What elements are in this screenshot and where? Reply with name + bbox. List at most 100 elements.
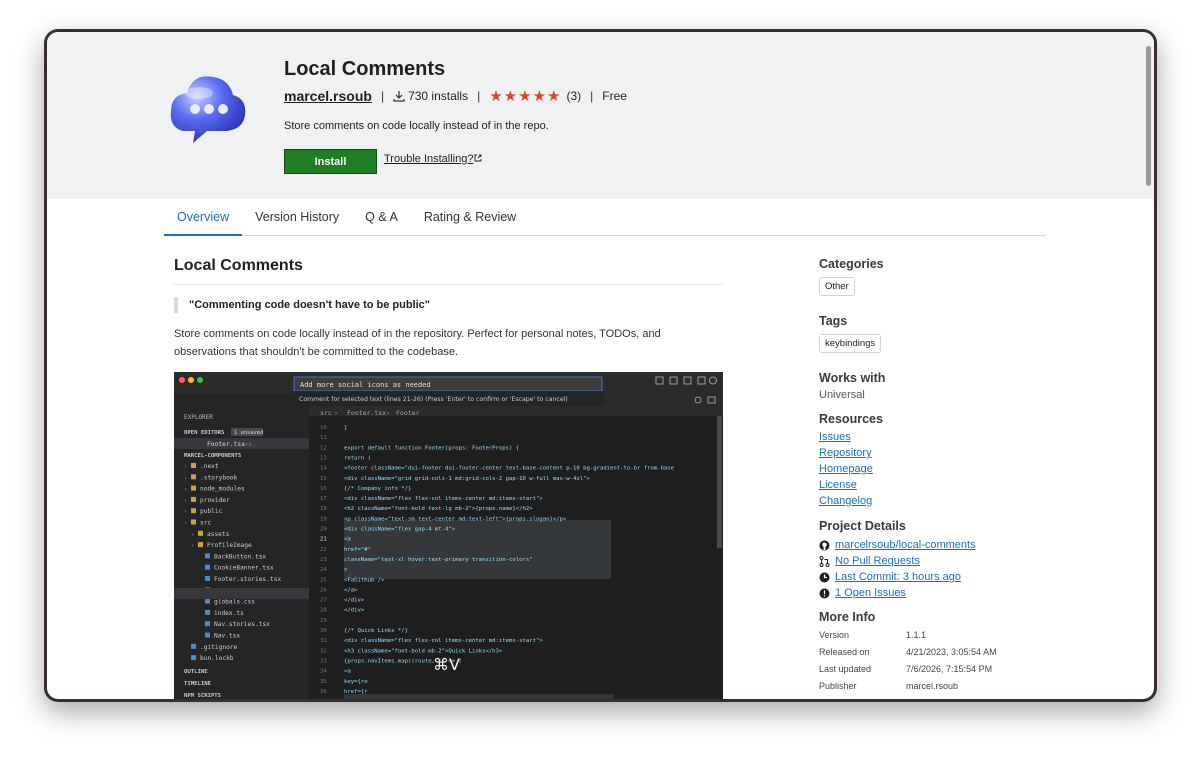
tree-item: node_modules	[200, 486, 245, 493]
line-number: 35	[320, 679, 327, 685]
code-line: key={ro	[344, 679, 368, 685]
extension-page: Local Comments marcel.rsoub | 730 instal…	[47, 32, 1154, 699]
line-number: 26	[320, 587, 327, 593]
sidebar: Categories Other Tags keybindings Works …	[819, 257, 1049, 695]
file-icon	[205, 609, 210, 615]
svg-text:›: ›	[386, 409, 390, 417]
line-number: 31	[320, 638, 327, 644]
code-line: href="#"	[344, 547, 371, 553]
category-tag[interactable]: Other	[819, 277, 855, 296]
tree-item: Nav.stories.tsx	[214, 621, 270, 628]
code-line: </div>	[344, 608, 365, 614]
overview-quote: "Commenting code doesn't have to be publ…	[174, 297, 723, 313]
line-number: 22	[320, 547, 327, 553]
chat-cloud-logo-icon	[170, 76, 246, 143]
svg-text:›: ›	[184, 464, 187, 470]
tree-item: bun.lockb	[200, 655, 234, 662]
alert-icon	[819, 588, 830, 598]
categories-heading: Categories	[819, 257, 884, 271]
line-number: 32	[320, 648, 327, 654]
comment-input-hint: Comment for selected text (lines 21-26) …	[299, 396, 568, 403]
repo-link[interactable]: marcelrsoub/local-comments	[835, 537, 976, 553]
tab-rating-review[interactable]: Rating & Review	[411, 207, 529, 235]
license-link[interactable]: License	[819, 477, 1049, 493]
svg-text:›: ›	[184, 475, 187, 481]
line-number: 18	[320, 506, 327, 512]
code-line: <footer className="dui-footer dui-footer…	[344, 466, 675, 472]
project-details-heading: Project Details	[819, 519, 906, 533]
page-scrollbar[interactable]	[1146, 46, 1151, 186]
tree-item: src	[200, 520, 211, 527]
trouble-installing-link[interactable]: Trouble Installing?	[384, 153, 482, 165]
publisher-link[interactable]: marcel.rsoub	[284, 88, 372, 104]
code-line: </div>	[344, 598, 365, 604]
rating-stars[interactable]: ★★★★★	[489, 87, 561, 105]
breadcrumb-src: src	[320, 409, 332, 417]
open-file: Footer.tsx	[207, 441, 245, 448]
install-count: 730 installs	[408, 89, 469, 103]
timeline-panel: TIMELINE	[184, 681, 211, 687]
issues-link[interactable]: Issues	[819, 429, 1049, 445]
line-number: 23	[320, 557, 327, 563]
tab-version-history[interactable]: Version History	[242, 207, 352, 235]
download-icon	[393, 91, 405, 102]
clock-icon	[819, 572, 830, 582]
code-line: <div className="flex flex-col items-cent…	[344, 638, 543, 644]
tab-overview[interactable]: Overview	[164, 207, 243, 236]
code-line: <a	[344, 537, 351, 543]
extension-title: Local Comments	[284, 58, 446, 80]
code-editor: 10} 11 12 export default function Footer(pr…	[320, 425, 675, 695]
last-commit-link[interactable]: Last Commit: 3 hours ago	[835, 569, 961, 585]
homepage-link[interactable]: Homepage	[819, 461, 1049, 477]
line-number: 15	[320, 476, 327, 482]
repository-link[interactable]: Repository	[819, 445, 1049, 461]
editor-screenshot: Add more social icons as needed Comment …	[174, 372, 723, 699]
tree-item: Nav.tsx	[214, 633, 240, 640]
explorer-label: EXPLORER	[184, 414, 213, 421]
window-frame: Local Comments marcel.rsoub | 730 instal…	[44, 29, 1157, 702]
tree-item: BackButton.tsx	[214, 553, 266, 560]
more-info-table: Version 1.1.1 Released on 4/21/2023, 3:05:…	[819, 627, 1049, 695]
breadcrumb-file: Footer.tsx	[347, 409, 386, 417]
folder-icon	[198, 530, 203, 536]
tree-item: index.ts	[214, 610, 244, 617]
file-icon	[191, 655, 196, 661]
file-icon	[205, 598, 210, 604]
line-number: 28	[320, 608, 327, 614]
line-number: 33	[320, 658, 327, 664]
comment-input-value: Add more social icons as needed	[300, 381, 431, 389]
rating-count[interactable]: (3)	[566, 89, 581, 103]
info-value: 4/21/2023, 3:05:54 AM	[906, 647, 997, 657]
line-number: 16	[320, 486, 327, 492]
info-row: Version 1.1.1	[819, 627, 1049, 644]
svg-text:›: ›	[184, 487, 187, 493]
folder-icon	[191, 474, 196, 480]
code-line: }	[344, 425, 347, 431]
info-key: Released on	[819, 647, 870, 657]
project-detail-repo: marcelrsoub/local-comments	[819, 537, 1049, 553]
keyword-tag[interactable]: keybindings	[819, 334, 882, 353]
window-close-dot	[179, 377, 185, 383]
folder-icon	[191, 485, 196, 491]
works-with-heading: Works with	[819, 371, 886, 385]
pull-requests-link[interactable]: No Pull Requests	[835, 553, 920, 569]
github-icon	[819, 540, 830, 550]
open-file-dir: src	[242, 442, 252, 448]
project-detail-issues: 1 Open Issues	[819, 585, 1049, 601]
tab-q-and-a[interactable]: Q & A	[352, 207, 411, 235]
code-line: <h2 className="font-bold text-lg mb-2">{…	[344, 506, 533, 512]
info-value: 1.1.1	[906, 630, 927, 640]
install-button[interactable]: Install	[284, 149, 377, 174]
resources-heading: Resources	[819, 412, 883, 426]
code-line: <p className="text-sm text-center md:tex…	[344, 516, 567, 522]
line-number: 19	[320, 516, 327, 522]
open-issues-link[interactable]: 1 Open Issues	[835, 585, 906, 601]
open-editors-label: OPEN EDITORS	[184, 430, 225, 436]
info-row: Released on 4/21/2023, 3:05:54 AM	[819, 644, 1049, 661]
tree-item: provider	[200, 497, 230, 504]
line-number: 21	[320, 537, 327, 543]
overview-content: Local Comments "Commenting code doesn't …	[174, 257, 723, 361]
code-line: <h3 className="font-bold mb-2">Quick Lin…	[344, 648, 503, 654]
changelog-link[interactable]: Changelog	[819, 493, 1049, 509]
svg-text:›: ›	[184, 521, 187, 527]
